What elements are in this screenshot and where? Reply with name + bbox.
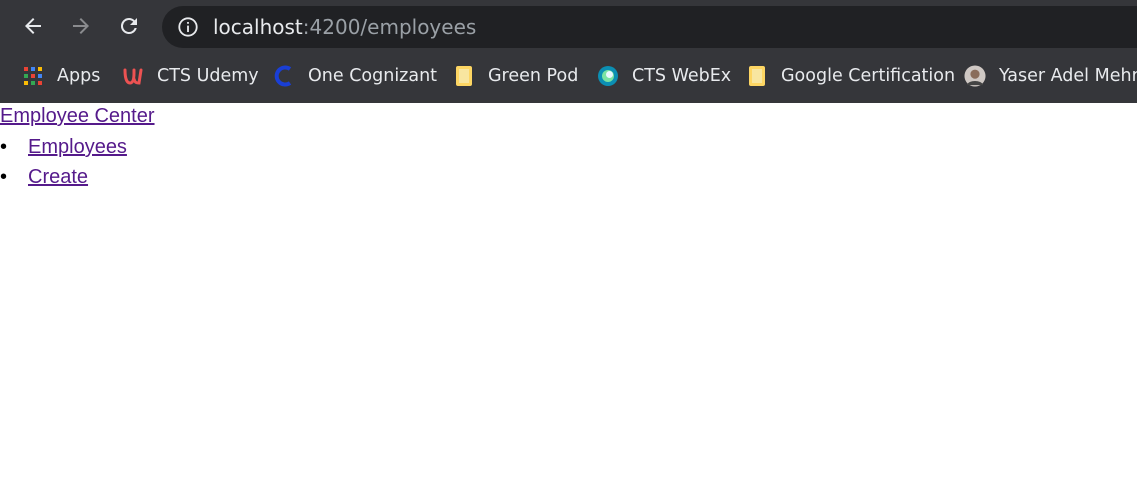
- folder-icon: [746, 65, 768, 87]
- nav-list: • Employees • Create: [0, 135, 127, 195]
- reload-icon: [120, 17, 137, 34]
- cognizant-icon: [273, 65, 295, 87]
- bookmark-cts-udemy[interactable]: CTS Udemy: [122, 52, 259, 99]
- address-bar[interactable]: localhost:4200/employees: [162, 6, 1137, 48]
- reload-button[interactable]: [115, 12, 143, 40]
- arrow-right-icon: [73, 18, 89, 34]
- udemy-icon: [122, 65, 144, 87]
- info-icon[interactable]: [177, 16, 199, 38]
- employees-link[interactable]: Employees: [28, 136, 127, 158]
- nav-item-create: • Create: [0, 165, 127, 195]
- bookmark-label: Apps: [57, 65, 101, 86]
- back-button[interactable]: [19, 12, 47, 40]
- apps-grid-icon: [22, 65, 44, 87]
- bookmark-google-certification[interactable]: Google Certification: [746, 52, 955, 99]
- bookmark-label: One Cognizant: [308, 65, 438, 86]
- arrow-left-icon: [25, 18, 41, 34]
- browser-chrome: localhost:4200/employees Apps CTS Udemy: [0, 0, 1137, 103]
- webex-icon: [597, 65, 619, 87]
- create-link[interactable]: Create: [28, 166, 88, 188]
- avatar-icon: [964, 64, 986, 87]
- bookmark-yaser-adel-mehra[interactable]: Yaser Adel Mehra: [964, 52, 1137, 99]
- brand-link[interactable]: Employee Center: [0, 105, 155, 128]
- bookmark-one-cognizant[interactable]: One Cognizant: [273, 52, 437, 99]
- bookmark-label: CTS WebEx: [632, 65, 732, 86]
- url-text[interactable]: localhost:4200/employees: [213, 6, 476, 48]
- forward-button[interactable]: [67, 12, 95, 40]
- folder-icon: [453, 65, 475, 87]
- bookmark-label: Yaser Adel Mehra: [999, 65, 1137, 86]
- bullet-icon: •: [0, 166, 8, 188]
- bookmark-apps[interactable]: Apps: [22, 52, 100, 99]
- bullet-icon: •: [0, 136, 8, 158]
- bookmark-green-pod[interactable]: Green Pod: [453, 52, 578, 99]
- bookmarks-bar: Apps CTS Udemy One Cognizant Green Pod C: [0, 52, 1137, 99]
- url-host: localhost: [213, 15, 303, 39]
- bookmark-cts-webex[interactable]: CTS WebEx: [597, 52, 731, 99]
- bookmark-label: Green Pod: [488, 65, 579, 86]
- bookmark-label: CTS Udemy: [157, 65, 259, 86]
- nav-item-employees: • Employees: [0, 135, 127, 165]
- url-path: :4200/employees: [302, 15, 477, 39]
- bookmark-label: Google Certification: [781, 65, 956, 86]
- browser-toolbar: localhost:4200/employees: [0, 0, 1137, 52]
